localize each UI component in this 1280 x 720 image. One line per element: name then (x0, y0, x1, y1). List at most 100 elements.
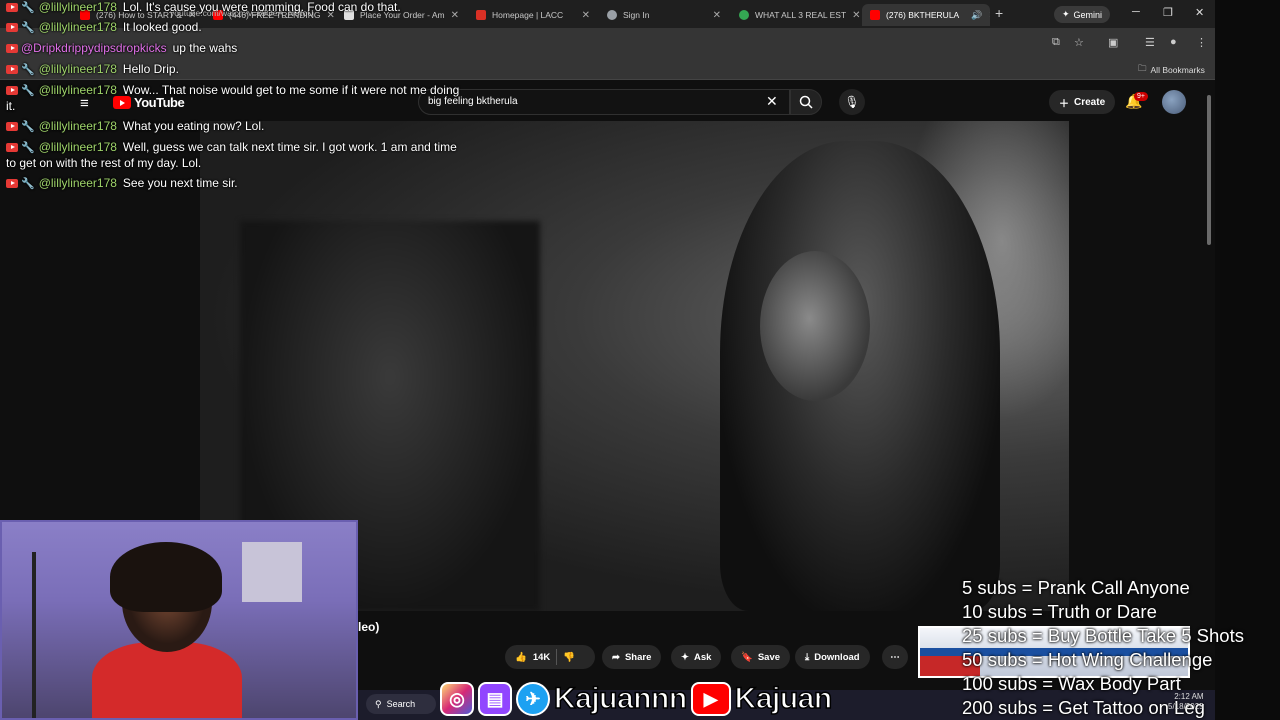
clock-date: 5/18/2025 (1168, 702, 1204, 711)
folder-icon: 🗀 (1138, 63, 1147, 73)
all-bookmarks-button[interactable]: 🗀 All Bookmarks (1138, 63, 1205, 77)
clear-search-icon[interactable]: ✕ (766, 93, 778, 110)
like-divider (556, 649, 558, 665)
page-scrollbar[interactable] (1206, 85, 1212, 605)
voice-search-button[interactable]: 🎙 (839, 89, 865, 115)
video-woman-figure (720, 141, 1000, 611)
youtube-badge-icon (6, 143, 18, 153)
more-actions-button[interactable]: ⋯ (882, 645, 908, 669)
like-icon[interactable]: 👍 (515, 652, 527, 663)
screen: (276) How to START & ✕ (446) FREE TRENDI… (0, 0, 1280, 720)
mic-icon: 🎙 (844, 95, 860, 109)
chat-username: @lillylineer178 (38, 62, 117, 76)
notification-badge: 9+ (1134, 92, 1148, 101)
chat-username: @Dripkdrippydipsdropkicks (21, 41, 167, 55)
install-app-icon[interactable]: ⧉ (1052, 36, 1060, 49)
tab-label: WHAT ALL 3 REAL EST (755, 10, 847, 20)
account-avatar[interactable] (1162, 90, 1186, 114)
chat-text: Lol. It's cause you were nomming. Food c… (122, 0, 401, 14)
video-face (760, 251, 870, 401)
youtube-icon: ▶ (690, 682, 731, 716)
create-button[interactable]: ＋ Create (1049, 90, 1116, 114)
chat-text: It looked good. (122, 20, 202, 34)
twitch-icon: ▤ (478, 682, 512, 716)
gemini-button[interactable]: ✦ Gemini (1054, 6, 1111, 23)
share-button[interactable]: ➦ Share (602, 645, 662, 669)
wrench-icon: 🔧 (21, 22, 35, 34)
globe-icon (607, 10, 617, 20)
close-tab-icon[interactable]: ✕ (852, 10, 860, 21)
plus-icon: ＋ (1059, 98, 1069, 110)
save-button[interactable]: 🔖 Save (731, 645, 791, 669)
share-icon: ➦ (612, 651, 620, 663)
wrench-icon: 🔧 (21, 64, 35, 76)
sub-goal: 50 subs = Hot Wing Challenge (962, 649, 1213, 670)
tab-label: Homepage | LACC (492, 10, 564, 20)
twitter-icon: ✈ (516, 682, 550, 716)
chat-continuation: to get on with the rest of my day. Lol. (6, 156, 202, 170)
download-label: Download (814, 651, 860, 663)
taskbar-search-label: Search (386, 699, 416, 709)
browser-tab[interactable]: WHAT ALL 3 REAL EST ✕ (731, 4, 861, 26)
side-panel-icon[interactable]: ▣ (1108, 36, 1118, 49)
close-tab-icon[interactable]: ✕ (988, 10, 990, 21)
youtube-badge-icon (6, 44, 18, 54)
tab-label: Sign In (623, 10, 650, 20)
maximize-icon[interactable]: ❐ (1163, 6, 1173, 19)
close-window-icon[interactable]: ✕ (1195, 6, 1204, 19)
taskbar-clock[interactable]: 2:12 AM 5/18/2025 (1168, 692, 1204, 712)
minimize-icon[interactable]: ─ (1132, 6, 1140, 18)
browser-tab[interactable]: Sign In ✕ (599, 4, 729, 26)
webcam-tripod (32, 552, 36, 718)
tab-label: (276) BKTHERULA (886, 10, 960, 20)
profile-icon[interactable]: ● (1170, 36, 1177, 48)
wrench-icon: 🔧 (21, 178, 35, 190)
clock-time: 2:12 AM (1174, 692, 1204, 701)
like-dislike-group: 👍 14K 👎 (505, 645, 595, 669)
ask-button[interactable]: ✦ Ask (671, 645, 722, 669)
chat-username: @lillylineer178 (38, 140, 117, 154)
youtube-badge-icon (6, 23, 18, 33)
gemini-label: Gemini (1073, 9, 1103, 20)
browser-tab[interactable]: Homepage | LACC ✕ (468, 4, 598, 26)
more-horizontal-icon: ⋯ (890, 651, 900, 663)
chat-text: Well, guess we can talk next time sir. I… (122, 140, 457, 154)
new-tab-button[interactable]: + (995, 5, 1003, 21)
dislike-icon[interactable]: 👎 (563, 652, 575, 663)
all-bookmarks-label: All Bookmarks (1150, 65, 1205, 75)
search-icon[interactable] (798, 94, 814, 110)
download-button[interactable]: ⤓ Download (795, 645, 870, 669)
webcam-person-body (92, 642, 242, 718)
audio-icon[interactable]: 🔊 (971, 10, 982, 21)
sub-goal: 10 subs = Truth or Dare (962, 601, 1157, 622)
close-tab-icon[interactable]: ✕ (451, 10, 459, 21)
youtube-favicon-icon (870, 10, 880, 20)
instagram-icon: ◎ (440, 682, 474, 716)
chat-username: @lillylineer178 (38, 119, 117, 133)
ask-label: Ask (693, 651, 712, 663)
chat-message: 🔧 @lillylineer178 Wow... That noise would … (6, 83, 459, 98)
close-tab-icon[interactable]: ✕ (582, 10, 590, 21)
browser-tab-active[interactable]: (276) BKTHERULA 🔊 ✕ (862, 4, 990, 26)
chat-message: @Dripkdrippydipsdropkicks up the wahs (6, 41, 237, 55)
close-tab-icon[interactable]: ✕ (713, 10, 721, 21)
like-count[interactable]: 14K (533, 652, 550, 663)
webcam-person-hair (110, 542, 222, 612)
video-title: leo) (358, 620, 380, 634)
scrollbar-thumb[interactable] (1207, 95, 1211, 245)
wrench-icon: 🔧 (21, 2, 35, 14)
youtube-badge-icon (6, 179, 18, 189)
taskbar-search[interactable]: ⚲ Search (366, 694, 436, 714)
bookmark-star-icon[interactable]: ☆ (1074, 36, 1084, 49)
create-label: Create (1074, 96, 1106, 108)
chat-text: Hello Drip. (122, 62, 179, 76)
chat-username: @lillylineer178 (38, 20, 117, 34)
more-menu-icon[interactable]: ⋮ (1196, 36, 1207, 49)
chat-message: 🔧 @lillylineer178 See you next time sir. (6, 176, 238, 191)
sparkle-icon: ✦ (1062, 9, 1070, 19)
youtube-badge-icon (6, 65, 18, 75)
chat-text: up the wahs (172, 41, 238, 55)
tab-search-icon[interactable]: ☰ (1145, 36, 1155, 49)
youtube-badge-icon (6, 86, 18, 96)
sub-goal: 25 subs = Buy Bottle Take 5 Shots (962, 625, 1244, 646)
